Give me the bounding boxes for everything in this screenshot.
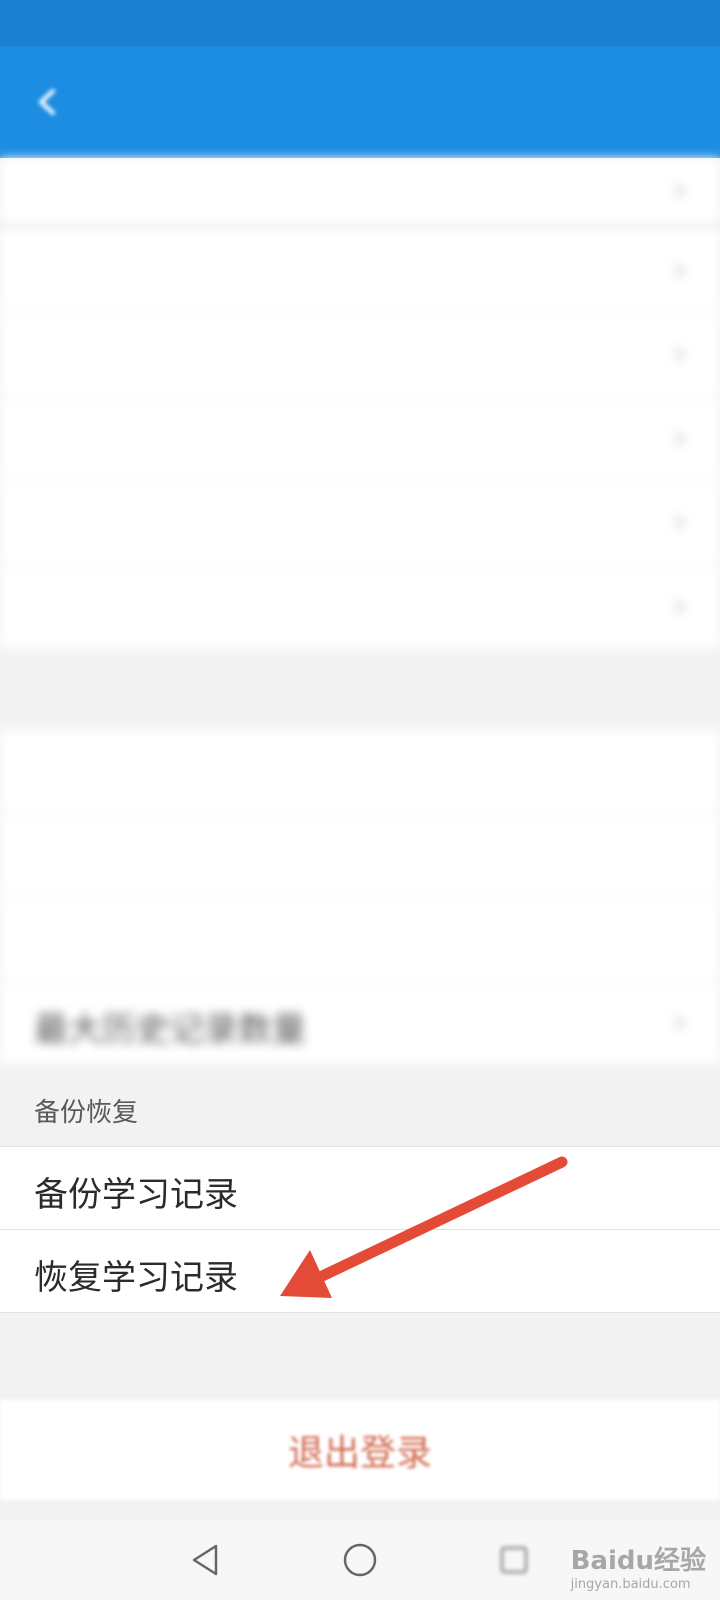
backup-records-label: 备份学习记录 xyxy=(34,1175,238,1215)
history-section-header xyxy=(0,650,720,730)
nav-home-button[interactable] xyxy=(336,1536,384,1584)
status-bar xyxy=(0,0,720,46)
backup-section-header: 备份恢复 xyxy=(0,1080,720,1146)
settings-row-4[interactable]: › xyxy=(0,398,720,480)
nav-recents-button[interactable] xyxy=(490,1536,538,1584)
chevron-right-icon: › xyxy=(673,418,686,456)
back-button[interactable] xyxy=(20,74,76,130)
chevron-right-icon: › xyxy=(673,586,686,624)
chevron-right-icon: › xyxy=(673,250,686,288)
system-nav-bar: Baidu经验 jingyan.baidu.com xyxy=(0,1520,720,1600)
watermark-text: Baidu经验 xyxy=(570,1546,706,1576)
baidu-watermark: Baidu经验 jingyan.baidu.com xyxy=(571,1540,706,1592)
settings-row-label: 最大历史记录数量 xyxy=(34,1010,306,1050)
nav-home-icon xyxy=(343,1543,377,1577)
chevron-right-icon: › xyxy=(673,502,686,540)
nav-back-icon xyxy=(192,1544,218,1576)
section-header-label: 备份恢复 xyxy=(34,1098,139,1128)
restore-records-row[interactable]: 恢复学习记录 xyxy=(0,1230,720,1312)
logout-label: 退出登录 xyxy=(287,1433,432,1474)
settings-row-3[interactable]: › xyxy=(0,314,720,396)
max-history-count-row[interactable]: 最大历史记录数量 › xyxy=(0,982,720,1064)
settings-row-5[interactable]: › xyxy=(0,482,720,564)
watermark-sub: jingyan.baidu.com xyxy=(570,1577,691,1592)
chevron-right-icon: › xyxy=(673,334,686,372)
settings-row-6[interactable]: › xyxy=(0,566,720,648)
chevron-right-icon: › xyxy=(673,170,686,208)
app-bar xyxy=(0,46,720,158)
backup-records-row[interactable]: 备份学习记录 xyxy=(0,1147,720,1229)
settings-row-1[interactable]: › xyxy=(0,158,720,222)
nav-back-button[interactable] xyxy=(182,1536,230,1584)
divider xyxy=(0,1312,720,1313)
settings-row-2[interactable]: › xyxy=(0,230,720,312)
blurred-settings-area: › › › › › › 最大历史记录数量 › xyxy=(0,158,720,1080)
restore-records-label: 恢复学习记录 xyxy=(34,1258,238,1298)
nav-recents-icon xyxy=(500,1546,528,1574)
chevron-right-icon: › xyxy=(673,1002,686,1040)
logout-button[interactable]: 退出登录 xyxy=(0,1400,720,1500)
back-arrow-icon xyxy=(39,89,55,115)
history-row-2[interactable] xyxy=(0,814,720,896)
history-row-1[interactable] xyxy=(0,730,720,812)
history-row-3[interactable] xyxy=(0,898,720,980)
